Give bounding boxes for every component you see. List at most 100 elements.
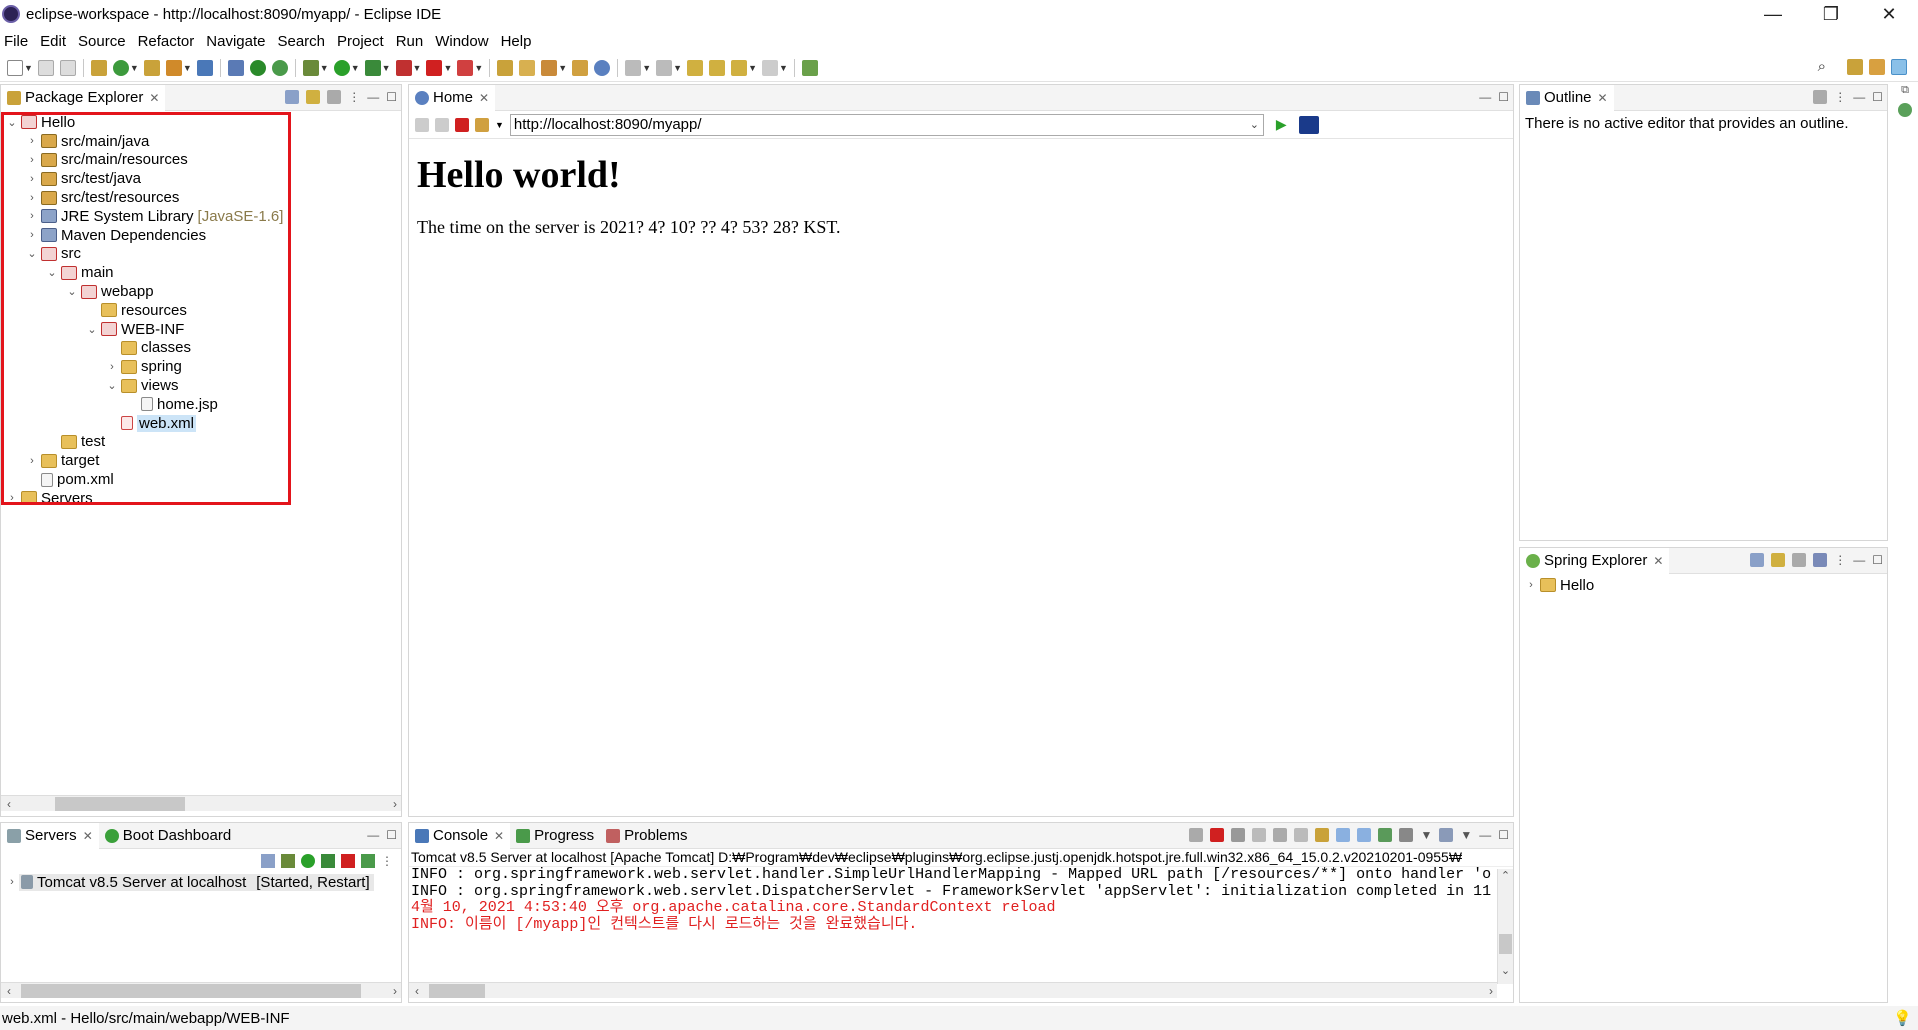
package-explorer-hscrollbar[interactable]: ‹ › bbox=[1, 795, 401, 811]
chevron-right-icon[interactable]: › bbox=[25, 210, 39, 222]
scroll-right-icon[interactable]: › bbox=[393, 797, 397, 811]
scroll-up-icon[interactable]: ⌃ bbox=[1498, 869, 1513, 882]
chevron-down-icon[interactable]: ⌄ bbox=[45, 266, 59, 279]
tab-home[interactable]: Home ✕ bbox=[409, 85, 496, 111]
open-resource-dropdown-icon[interactable]: ▼ bbox=[558, 63, 567, 73]
chevron-down-icon[interactable]: ⌄ bbox=[65, 285, 79, 298]
chevron-down-icon[interactable]: ⌄ bbox=[105, 379, 119, 392]
minimize-view-icon[interactable]: — bbox=[1479, 90, 1491, 104]
console-hscrollbar[interactable]: ‹ › bbox=[409, 982, 1497, 998]
spring-boot-icon[interactable] bbox=[1898, 103, 1912, 117]
previous-annotation-dropdown-icon[interactable]: ▼ bbox=[673, 63, 682, 73]
refresh-icon[interactable] bbox=[475, 117, 489, 132]
console-vscrollbar[interactable]: ⌃ ⌄ bbox=[1497, 869, 1513, 984]
chevron-right-icon[interactable]: › bbox=[25, 173, 39, 185]
collapse-all-icon[interactable] bbox=[1750, 553, 1765, 567]
spring-boot-icon[interactable] bbox=[249, 59, 266, 76]
maximize-view-icon[interactable]: ☐ bbox=[386, 90, 397, 104]
link-with-editor-icon[interactable] bbox=[1771, 553, 1786, 567]
link-with-editor-icon[interactable] bbox=[306, 90, 321, 104]
back-history-icon[interactable] bbox=[709, 59, 726, 76]
collapse-all-icon[interactable] bbox=[261, 854, 275, 868]
last-edit-icon[interactable] bbox=[687, 59, 704, 76]
new-package-icon[interactable] bbox=[143, 59, 160, 76]
publish-icon[interactable] bbox=[361, 854, 375, 868]
menu-search[interactable]: Search bbox=[277, 33, 325, 50]
chevron-right-icon[interactable]: › bbox=[5, 492, 19, 504]
menu-run[interactable]: Run bbox=[396, 33, 424, 50]
deploy-icon[interactable] bbox=[457, 59, 474, 76]
remove-all-icon[interactable] bbox=[1252, 828, 1267, 842]
chevron-right-icon[interactable]: › bbox=[25, 455, 39, 467]
next-annotation-icon[interactable] bbox=[625, 59, 642, 76]
view-menu-icon[interactable]: ⋮ bbox=[381, 854, 393, 868]
tab-package-explorer[interactable]: Package Explorer ✕ bbox=[1, 85, 166, 111]
filter-icon[interactable] bbox=[1792, 553, 1807, 567]
scrollbar-thumb[interactable] bbox=[1499, 934, 1512, 954]
tab-console[interactable]: Console ✕ bbox=[409, 823, 511, 849]
url-input[interactable]: http://localhost:8090/myapp/ ⌄ bbox=[509, 113, 1264, 136]
new-java-dropdown-icon[interactable]: ▼ bbox=[130, 63, 139, 73]
forward-icon[interactable] bbox=[761, 59, 778, 76]
new-java-icon[interactable] bbox=[112, 59, 129, 76]
tab-progress[interactable]: Progress bbox=[510, 823, 600, 849]
open-console-icon[interactable] bbox=[1439, 828, 1454, 842]
back-icon[interactable] bbox=[731, 59, 748, 76]
scroll-left-icon[interactable]: ‹ bbox=[409, 984, 425, 998]
java-ee-perspective-icon[interactable] bbox=[1869, 58, 1885, 75]
spring-explorer-item[interactable]: › Hello bbox=[1520, 576, 1887, 595]
tree-item[interactable]: ⌄ WEB-INF bbox=[1, 320, 401, 339]
close-icon[interactable]: ✕ bbox=[1653, 554, 1663, 568]
tree-item[interactable]: › Maven Dependencies bbox=[1, 226, 401, 245]
search-tool-icon[interactable] bbox=[572, 59, 589, 76]
debug-icon[interactable] bbox=[302, 59, 319, 76]
menu-file[interactable]: File bbox=[4, 33, 28, 50]
open-folder-icon[interactable] bbox=[497, 59, 514, 76]
new-dropdown-icon[interactable]: ▼ bbox=[24, 63, 33, 73]
maximize-view-icon[interactable]: ☐ bbox=[1498, 90, 1509, 104]
tree-item[interactable]: › Servers bbox=[1, 489, 401, 508]
view-menu-icon[interactable]: ⋮ bbox=[348, 90, 360, 104]
open-task-icon[interactable] bbox=[519, 59, 536, 76]
close-icon[interactable]: ✕ bbox=[149, 91, 159, 105]
tree-item[interactable]: test bbox=[1, 433, 401, 452]
clear-console-icon[interactable] bbox=[1273, 828, 1288, 842]
profile-server-icon[interactable] bbox=[321, 854, 335, 868]
maximize-button[interactable]: ❐ bbox=[1802, 0, 1860, 28]
tab-outline[interactable]: Outline ✕ bbox=[1520, 85, 1614, 111]
display-console-dropdown-icon[interactable]: ▼ bbox=[1420, 828, 1432, 842]
restore-icon[interactable]: ⧉ bbox=[1892, 84, 1918, 97]
forward-dropdown-icon[interactable]: ▼ bbox=[779, 63, 788, 73]
pin-editor-icon[interactable] bbox=[801, 59, 818, 76]
tree-item[interactable]: pom.xml bbox=[1, 470, 401, 489]
chevron-down-icon[interactable]: ⌄ bbox=[25, 247, 39, 260]
open-perspective-icon[interactable] bbox=[1847, 58, 1863, 75]
run-icon[interactable] bbox=[333, 59, 350, 76]
debug-server-icon[interactable] bbox=[281, 854, 295, 868]
remove-launch-icon[interactable] bbox=[1231, 828, 1246, 842]
coverage-dropdown-icon[interactable]: ▼ bbox=[382, 63, 391, 73]
menu-source[interactable]: Source bbox=[78, 33, 126, 50]
console-icon[interactable] bbox=[196, 59, 213, 76]
save-icon[interactable] bbox=[37, 59, 54, 76]
coverage-icon[interactable] bbox=[364, 59, 381, 76]
stop-dropdown-icon[interactable]: ▼ bbox=[443, 63, 452, 73]
tree-item[interactable]: ⌄ views bbox=[1, 376, 401, 395]
close-icon[interactable]: ✕ bbox=[479, 91, 489, 105]
scroll-right-icon[interactable]: › bbox=[1489, 984, 1493, 998]
maximize-view-icon[interactable]: ☐ bbox=[1498, 828, 1509, 842]
start-server-icon[interactable] bbox=[301, 854, 315, 868]
next-annotation-dropdown-icon[interactable]: ▼ bbox=[642, 63, 651, 73]
tree-item[interactable]: › spring bbox=[1, 357, 401, 376]
skip-breakpoints-icon[interactable] bbox=[227, 59, 244, 76]
spring-perspective-icon[interactable] bbox=[1891, 58, 1907, 75]
tree-item[interactable]: home.jsp bbox=[1, 395, 401, 414]
tree-item[interactable]: ⌄ src bbox=[1, 245, 401, 264]
minimize-view-icon[interactable]: — bbox=[367, 828, 379, 842]
open-console-dropdown-icon[interactable]: ▼ bbox=[1460, 828, 1472, 842]
scroll-lock-icon[interactable] bbox=[1294, 828, 1309, 842]
deploy-dropdown-icon[interactable]: ▼ bbox=[474, 63, 483, 73]
external-tools-dropdown-icon[interactable]: ▼ bbox=[413, 63, 422, 73]
display-console-icon[interactable] bbox=[1399, 828, 1414, 842]
chevron-right-icon[interactable]: › bbox=[25, 154, 39, 166]
